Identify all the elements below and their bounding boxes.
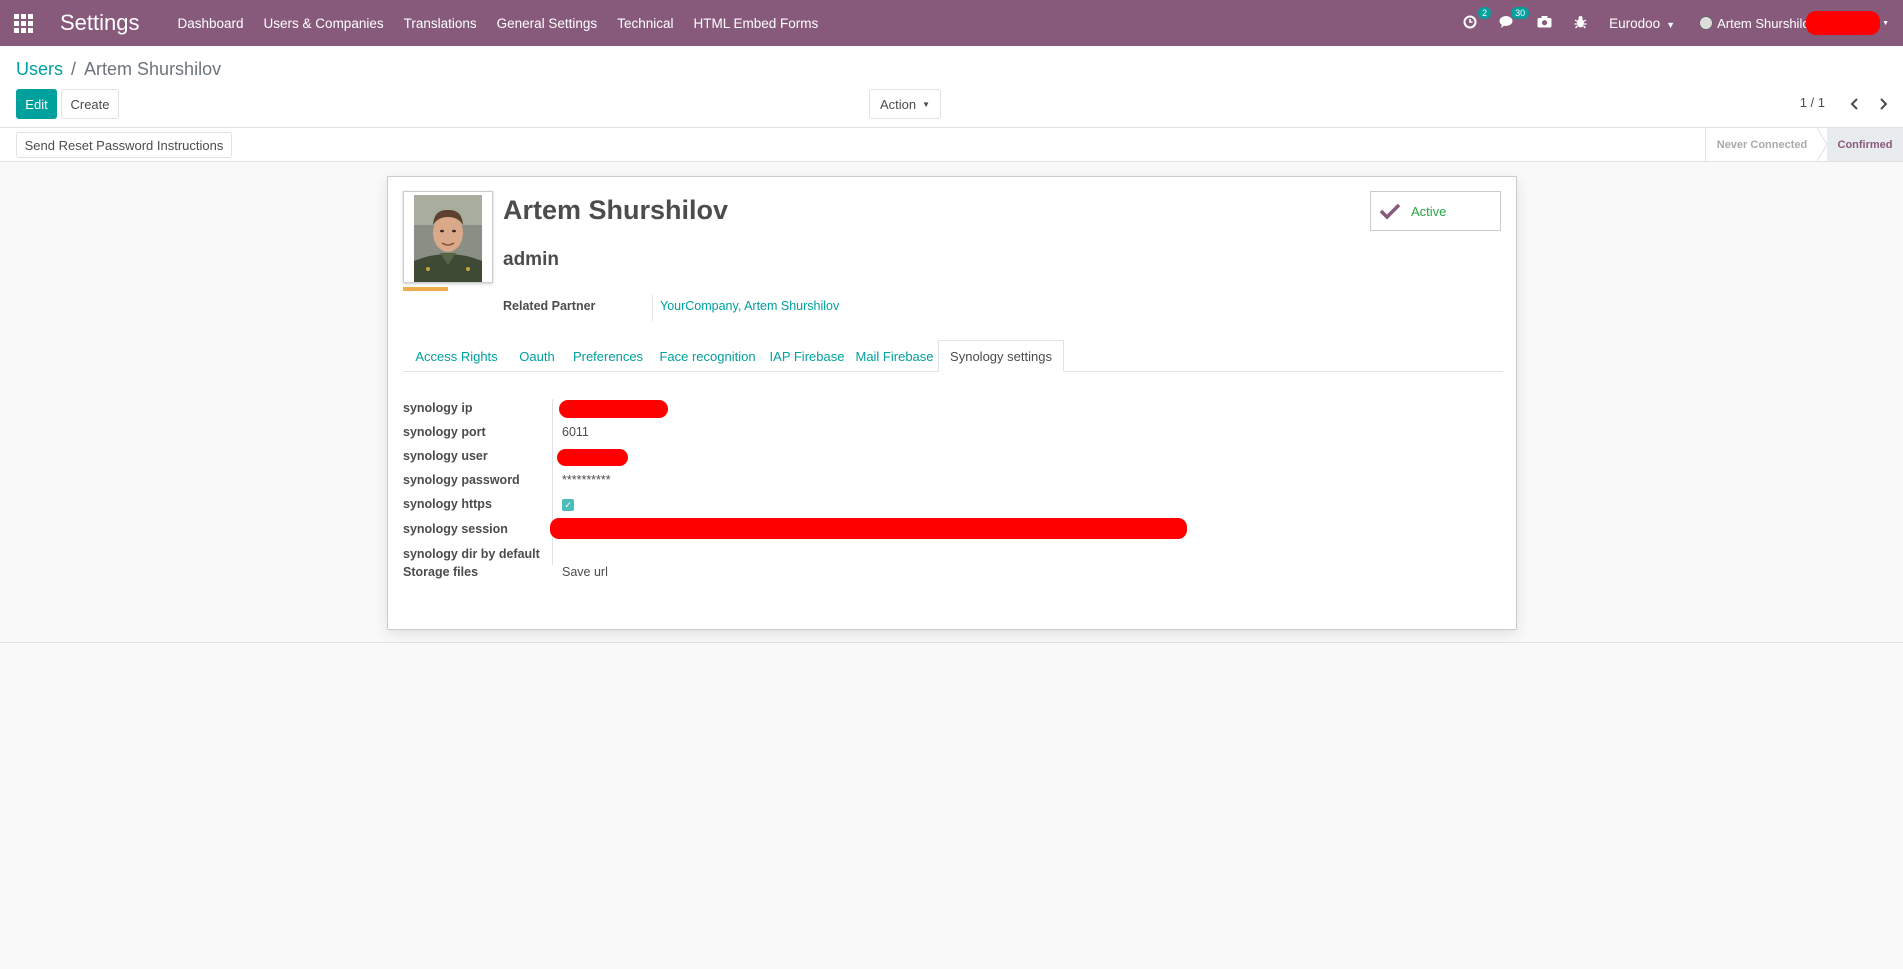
field-divider [652,295,653,321]
pager-next-icon[interactable] [1871,89,1895,119]
synology-https-checkbox[interactable]: ✓ [562,499,574,511]
company-name: Eurodoo [1609,15,1661,31]
related-partner-link[interactable]: YourCompany, Artem Shurshilov [660,299,839,313]
app-title: Settings [60,10,140,35]
pager-value[interactable]: 1 / 1 [1800,95,1825,110]
synology-user-redaction [557,449,628,466]
user-photo-indicator [403,287,448,291]
user-menu-name: Artem Shurshilov [1717,15,1817,31]
breadcrumb-separator: / [71,59,77,79]
camera-icon[interactable] [1537,15,1552,31]
synology-dir-label: synology dir by default [403,547,540,561]
control-panel: Users / Artem Shurshilov Edit Create Act… [0,46,1903,128]
menu-users-companies[interactable]: Users & Companies [264,16,384,31]
synology-port-label: synology port [403,425,486,439]
user-menu[interactable]: Artem Shurshilov ▼ [1699,11,1889,35]
tab-synology-settings[interactable]: Synology settings [938,340,1064,372]
check-icon [1379,203,1401,220]
menu-html-embed-forms[interactable]: HTML Embed Forms [693,16,818,31]
tab-iap-firebase[interactable]: IAP Firebase [763,340,851,372]
synology-user-label: synology user [403,449,488,463]
messages-chat-icon[interactable]: 30 [1499,6,1530,32]
action-label: Action [879,96,917,112]
synology-ip-redaction [559,400,668,418]
synology-ip-label: synology ip [403,401,473,415]
form-statusbar: Send Reset Password Instructions Never C… [0,128,1903,162]
notebook-tabs: Access Rights Oauth Preferences Face rec… [403,340,1503,372]
tab-access-rights[interactable]: Access Rights [403,340,510,372]
related-partner-label: Related Partner [503,299,596,313]
breadcrumb: Users / Artem Shurshilov [16,59,221,80]
user-avatar [1699,16,1714,30]
breadcrumb-current: Artem Shurshilov [84,59,222,79]
synology-session-redaction [550,518,1187,539]
menu-technical[interactable]: Technical [617,16,673,31]
messages-badge: 30 [1511,6,1530,19]
caret-down-icon: ▼ [922,99,931,109]
synology-session-label: synology session [403,522,508,536]
action-dropdown[interactable]: Action ▼ [869,89,941,119]
form-sheet: Artem Shurshilov admin Active Related Pa… [387,176,1517,630]
activity-clock-icon[interactable]: 2 [1463,6,1492,32]
storage-files-value: Save url [562,565,608,579]
stage-never-connected[interactable]: Never Connected [1705,128,1818,161]
stage-confirmed[interactable]: Confirmed [1827,128,1903,161]
redaction-mark [1806,11,1881,35]
menu-dashboard[interactable]: Dashboard [178,16,244,31]
caret-down-icon: ▼ [1882,19,1889,27]
activity-badge: 2 [1478,6,1492,19]
tab-face-recognition[interactable]: Face recognition [652,340,763,372]
user-photo-image [414,195,482,282]
apps-menu-icon[interactable] [0,0,46,46]
pager-previous-icon[interactable] [1843,89,1867,119]
breadcrumb-users-link[interactable]: Users [16,59,63,80]
debug-bug-icon[interactable] [1574,15,1587,32]
tab-preferences[interactable]: Preferences [564,340,652,372]
field-divider [552,399,553,565]
systray: 2 30 Eurodoo ▼ Artem Shurshilov ▼ [1463,0,1903,46]
user-login: admin [503,249,559,270]
synology-password-label: synology password [403,473,520,487]
synology-https-label: synology https [403,497,492,511]
menu-translations[interactable]: Translations [404,16,477,31]
synology-port-value: 6011 [562,425,589,439]
edit-button[interactable]: Edit [16,89,57,119]
user-photo[interactable] [403,191,493,283]
user-name: Artem Shurshilov [503,195,729,225]
company-switcher[interactable]: Eurodoo ▼ [1609,16,1675,31]
tab-mail-firebase[interactable]: Mail Firebase [851,340,938,372]
active-toggle-button[interactable]: Active [1370,191,1501,231]
send-reset-password-button[interactable]: Send Reset Password Instructions [16,132,232,158]
caret-down-icon: ▼ [1666,19,1676,30]
synology-password-value: ********** [562,473,611,487]
top-navbar: Settings Dashboard Users & Companies Tra… [0,0,1903,46]
stage-arrow-icon [1817,128,1827,161]
menu-general-settings[interactable]: General Settings [497,16,598,31]
storage-files-label: Storage files [403,565,479,579]
active-label: Active [1411,203,1447,219]
tab-oauth[interactable]: Oauth [510,340,564,372]
create-button[interactable]: Create [61,89,119,119]
